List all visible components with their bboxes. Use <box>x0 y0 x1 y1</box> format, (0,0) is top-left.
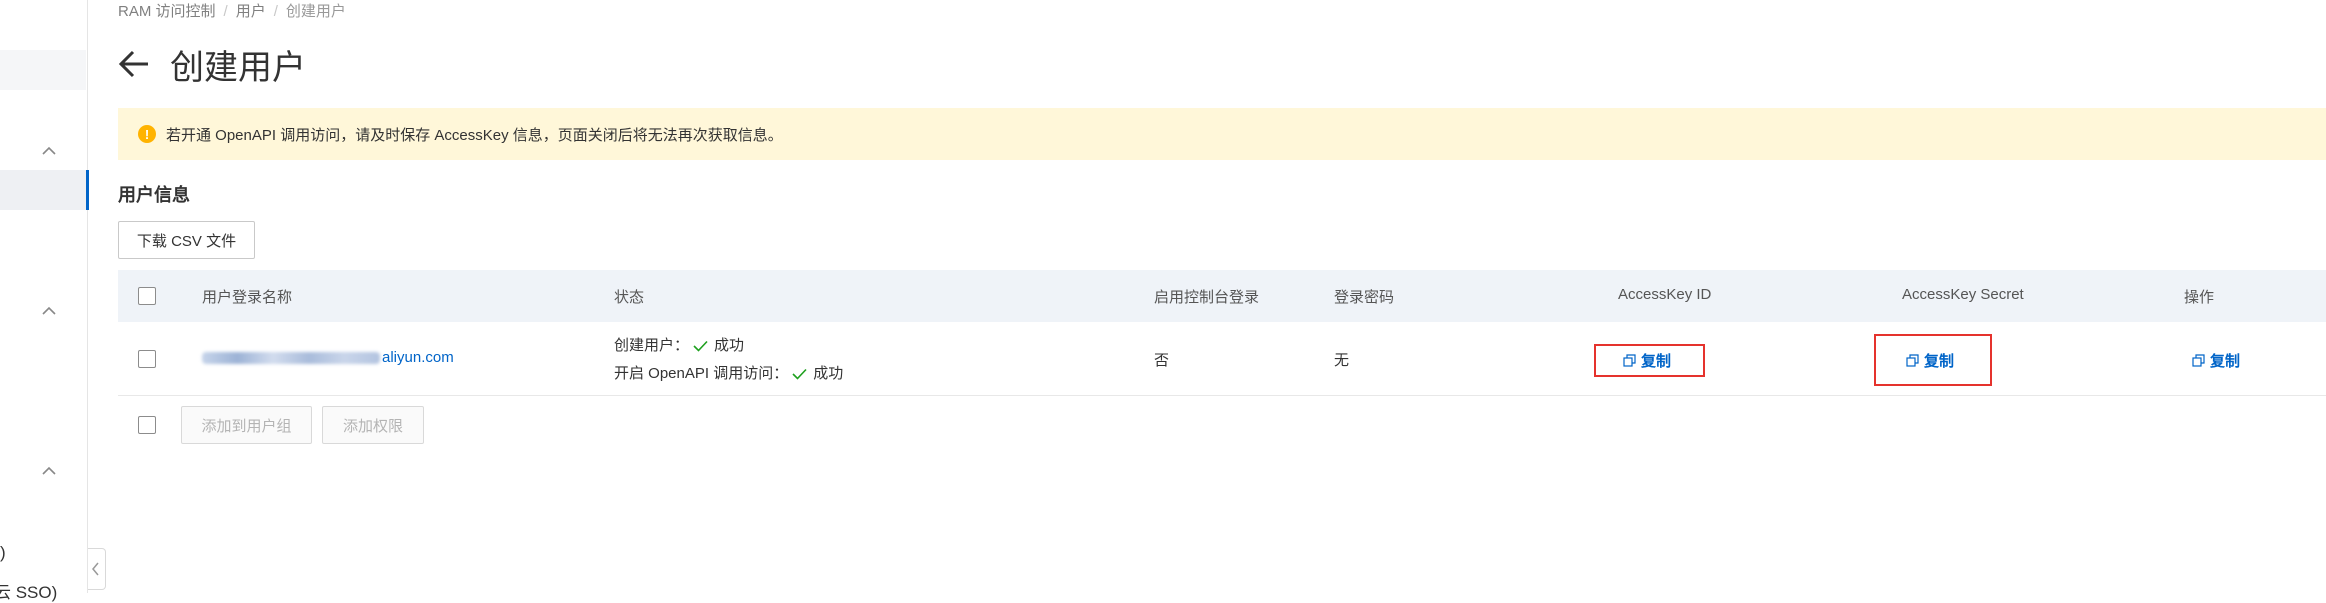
back-arrow-icon[interactable] <box>118 49 150 79</box>
sidebar-collapse-button[interactable] <box>88 548 106 590</box>
select-all-checkbox[interactable] <box>138 287 156 305</box>
alert-text: 若开通 OpenAPI 调用访问，请及时保存 AccessKey 信息，页面关闭… <box>166 126 783 144</box>
sidebar: ) 云 SSO) <box>0 0 89 602</box>
chevron-up-icon[interactable] <box>40 462 58 480</box>
download-csv-button[interactable]: 下载 CSV 文件 <box>118 221 255 259</box>
sidebar-item-users[interactable] <box>0 170 89 210</box>
breadcrumb: RAM 访问控制 / 用户 / 创建用户 <box>118 3 346 20</box>
chevron-up-icon[interactable] <box>40 302 58 320</box>
column-header: 启用控制台登录 <box>1154 289 1260 306</box>
console-login-value: 否 <box>1154 352 1170 369</box>
page-title: 创建用户 <box>170 48 306 87</box>
column-header: AccessKey Secret <box>1902 286 2024 303</box>
column-header: AccessKey ID <box>1618 286 1712 303</box>
column-header: 操作 <box>2184 289 2215 306</box>
copy-operation-link[interactable]: 复制 <box>2192 350 2240 371</box>
redacted-name <box>202 352 380 365</box>
check-icon <box>792 368 807 380</box>
breadcrumb-item-ram[interactable]: RAM 访问控制 <box>118 3 216 20</box>
copy-icon <box>1623 354 1636 367</box>
chevron-left-icon <box>92 562 99 576</box>
title-row: 创建用户 <box>118 42 306 87</box>
breadcrumb-item-users[interactable]: 用户 <box>236 3 266 20</box>
password-value: 无 <box>1334 352 1350 369</box>
copy-icon <box>1906 354 1919 367</box>
chevron-up-icon[interactable] <box>40 142 58 160</box>
check-icon <box>693 340 708 352</box>
status-line-openapi: 开启 OpenAPI 调用访问： 成功 <box>614 365 844 382</box>
copy-accesskey-secret-link[interactable]: 复制 <box>1906 350 1954 371</box>
warning-icon: ! <box>138 125 156 143</box>
warning-alert: ! 若开通 OpenAPI 调用访问，请及时保存 AccessKey 信息，页面… <box>118 108 2326 160</box>
column-header: 状态 <box>614 289 645 306</box>
add-to-group-button[interactable]: 添加到用户组 <box>181 406 312 444</box>
sidebar-item-label[interactable]: ) <box>0 543 6 563</box>
column-header: 用户登录名称 <box>202 289 293 306</box>
add-permission-button[interactable]: 添加权限 <box>322 406 424 444</box>
copy-accesskey-id-link[interactable]: 复制 <box>1623 350 1671 371</box>
table-header: 用户登录名称 状态 启用控制台登录 登录密码 AccessKey ID Acce… <box>118 270 2326 322</box>
login-name-link[interactable]: aliyun.com <box>202 349 454 366</box>
sidebar-item-label[interactable]: 云 SSO) <box>0 578 57 603</box>
section-title: 用户信息 <box>118 185 190 205</box>
sidebar-item[interactable] <box>0 50 86 90</box>
table-row: aliyun.com 创建用户： 成功 开启 OpenAPI 调用访问： 成功 否 … <box>118 322 2326 396</box>
copy-icon <box>2192 354 2205 367</box>
main-content: RAM 访问控制 / 用户 / 创建用户 创建用户 ! 若开通 OpenAPI 调用访问… <box>118 0 2326 593</box>
breadcrumb-item-current: 创建用户 <box>285 3 346 20</box>
batch-select-checkbox[interactable] <box>138 416 156 434</box>
row-checkbox[interactable] <box>138 350 156 368</box>
status-line-create: 创建用户： 成功 <box>614 337 745 354</box>
column-header: 登录密码 <box>1334 289 1395 306</box>
